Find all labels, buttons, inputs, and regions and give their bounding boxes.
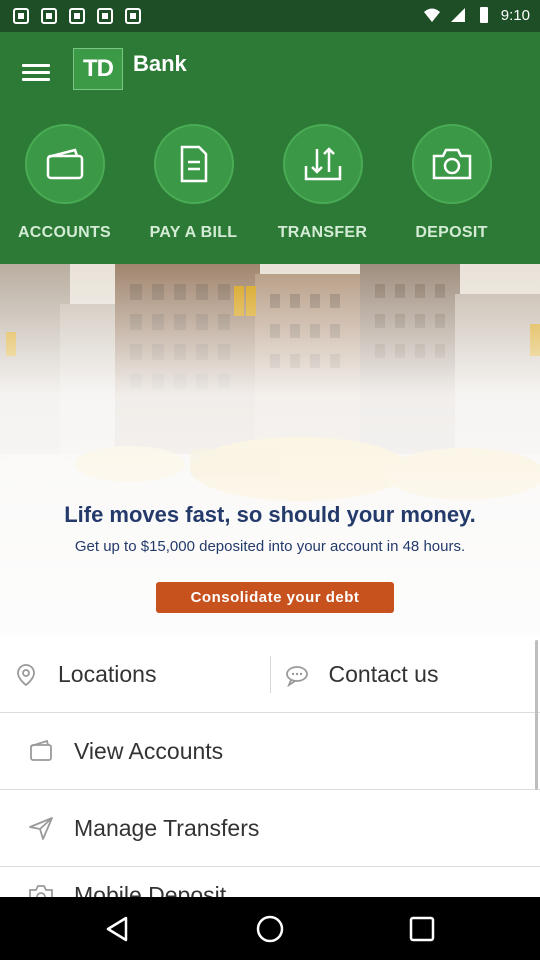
back-icon[interactable]	[102, 913, 134, 945]
mobile-deposit-link[interactable]: Mobile Deposit	[0, 867, 540, 897]
transfer-label: TRANSFER	[277, 224, 368, 241]
pay-bill-button[interactable]: PAY A BILL	[129, 124, 258, 242]
deposit-label: DEPOSIT	[415, 224, 488, 241]
camera-icon	[411, 124, 492, 204]
deposit-button[interactable]: DEPOSIT	[387, 124, 516, 242]
manage-transfers-label: Manage Transfers	[74, 814, 260, 841]
consolidate-debt-button[interactable]: Consolidate your debt	[156, 582, 394, 613]
logo-text: Bank	[133, 51, 187, 76]
status-time: 9:10	[500, 6, 530, 24]
logo-mark: TD	[73, 48, 123, 90]
home-icon[interactable]	[254, 913, 286, 945]
view-accounts-link[interactable]: View Accounts	[0, 713, 540, 790]
chat-bubble-icon	[285, 665, 308, 687]
notification-icon	[69, 8, 85, 24]
menu-button[interactable]	[22, 60, 50, 82]
banner-headline: Life moves fast, so should your money.	[64, 502, 476, 527]
banner-subline: Get up to $15,000 deposited into your ac…	[74, 538, 466, 555]
wifi-icon	[423, 8, 440, 22]
banner-text: Life moves fast, so should your money. G…	[0, 502, 540, 555]
signal-icon	[450, 8, 465, 22]
td-bank-logo: TD Bank	[73, 48, 187, 90]
location-pin-icon	[17, 663, 35, 686]
quick-actions: ACCOUNTS PAY A BILL TRANSFER DEPOSIT	[0, 124, 540, 242]
transfer-icon	[282, 124, 363, 204]
locations-link[interactable]: Locations	[0, 637, 270, 712]
view-accounts-label: View Accounts	[74, 737, 224, 764]
promo-banner[interactable]: Life moves fast, so should your money. G…	[0, 264, 540, 637]
shortcut-list: Locations Contact us View Accounts Manag…	[0, 637, 540, 897]
contact-us-label: Contact us	[328, 661, 439, 687]
pay-bill-label: PAY A BILL	[149, 224, 238, 241]
transfer-button[interactable]: TRANSFER	[258, 124, 387, 242]
locations-label: Locations	[58, 661, 157, 687]
notification-icon	[13, 8, 29, 24]
battery-icon	[479, 7, 488, 23]
notification-icon	[97, 8, 113, 24]
wallet-icon	[30, 739, 52, 761]
manage-transfers-link[interactable]: Manage Transfers	[0, 790, 540, 867]
bill-icon	[153, 124, 234, 204]
contact-us-link[interactable]: Contact us	[269, 656, 540, 693]
send-icon	[29, 817, 53, 840]
recents-icon[interactable]	[406, 913, 438, 945]
locations-contact-row: Locations Contact us	[0, 637, 540, 713]
scrollbar[interactable]	[535, 640, 538, 790]
camera-icon	[29, 885, 53, 897]
app-header: TD Bank ACCOUNTS PAY A BILL TRANSFER DEP…	[0, 32, 540, 264]
notification-icon	[125, 8, 141, 24]
notification-icon	[41, 8, 57, 24]
system-nav-bar	[0, 897, 540, 960]
status-bar: 9:10	[0, 0, 540, 32]
accounts-label: ACCOUNTS	[17, 224, 112, 241]
wallet-icon	[24, 124, 105, 204]
mobile-deposit-label: Mobile Deposit	[74, 882, 227, 897]
accounts-button[interactable]: ACCOUNTS	[0, 124, 129, 242]
